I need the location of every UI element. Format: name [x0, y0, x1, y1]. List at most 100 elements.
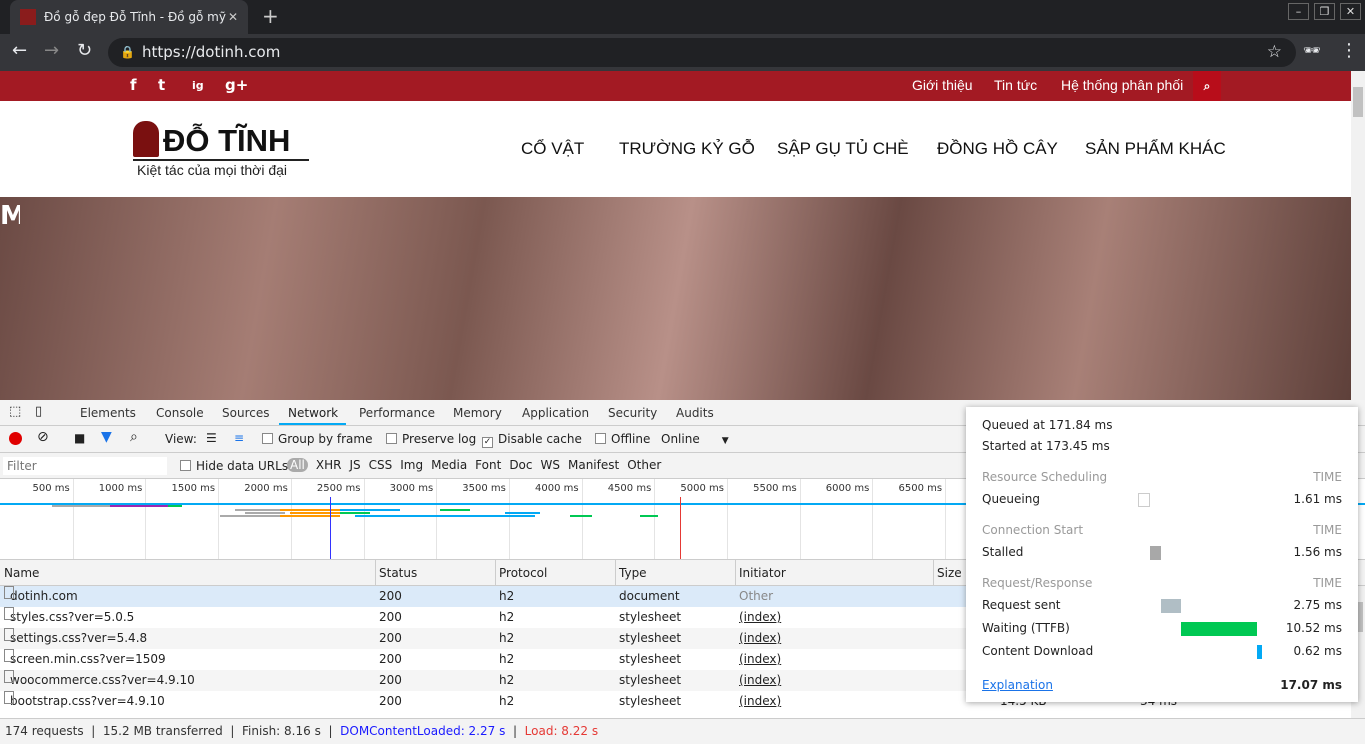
record-icon[interactable] [9, 432, 22, 445]
column-size[interactable]: Size [937, 566, 962, 580]
column-name[interactable]: Name [4, 566, 39, 580]
type-filter-all[interactable]: All [287, 458, 308, 472]
search-icon[interactable]: ⌕ [1193, 71, 1221, 101]
close-window-button[interactable]: ✕ [1340, 3, 1361, 20]
tab-sources[interactable]: Sources [222, 406, 269, 420]
nav-san-pham-khac[interactable]: SẢN PHẨM KHÁC [1085, 139, 1226, 159]
page-scrollbar[interactable] [1351, 71, 1365, 400]
explanation-link[interactable]: Explanation [982, 678, 1053, 692]
time-tick: 2500 ms [316, 483, 361, 494]
link-tin-tuc[interactable]: Tin tức [994, 77, 1037, 93]
nav-co-vat[interactable]: CỔ VẬT [521, 139, 584, 159]
column-separator[interactable] [495, 560, 496, 586]
timing-bar [1161, 599, 1181, 613]
cell-initiator[interactable]: (index) [739, 607, 781, 628]
screenshot-icon[interactable]: ■ [74, 431, 85, 445]
logo-tagline: Kiệt tác của mọi thời đại [137, 162, 288, 178]
tab-bar: Đồ gỗ đẹp Đỗ Tĩnh - Đồ gỗ mỹ n ✕ + – ❐ ✕ [0, 0, 1365, 34]
cell-status: 200 [379, 673, 402, 687]
menu-icon[interactable]: ⋮ [1340, 40, 1358, 61]
close-tab-icon[interactable]: ✕ [228, 10, 238, 24]
forward-icon[interactable]: → [44, 40, 59, 61]
link-gioi-thieu[interactable]: Giới thiệu [912, 77, 973, 93]
tab-network[interactable]: Network [288, 406, 338, 420]
minimize-button[interactable]: – [1288, 3, 1309, 20]
cell-initiator[interactable]: (index) [739, 628, 781, 649]
timing-bar [1257, 645, 1262, 659]
tab-memory[interactable]: Memory [453, 406, 502, 420]
hero-banner[interactable]: M [0, 197, 1351, 400]
timing-bar [1181, 622, 1257, 636]
cell-name-text: screen.min.css?ver=1509 [10, 652, 166, 666]
nav-sap-gu-tu-che[interactable]: SẬP GỤ TỦ CHÈ [777, 139, 909, 159]
type-filter-manifest[interactable]: Manifest [568, 458, 619, 472]
cell-name: woocommerce.css?ver=4.9.10 [4, 670, 195, 691]
incognito-icon[interactable]: 🕶 [1303, 43, 1321, 59]
throttle-select[interactable]: Online ▼ [661, 432, 729, 446]
facebook-icon[interactable]: f [130, 76, 137, 94]
site-logo[interactable]: ĐỖ TĨNH Kiệt tác của mọi thời đại [133, 119, 309, 181]
cell-name: bootstrap.css?ver=4.9.10 [4, 691, 165, 712]
type-filter-font[interactable]: Font [475, 458, 501, 472]
search-icon[interactable]: ⌕ [130, 429, 138, 445]
inspect-icon[interactable]: ⬚ [9, 404, 21, 419]
nav-truong-ky-go[interactable]: TRƯỜNG KỶ GỖ [619, 139, 755, 159]
back-icon[interactable]: ← [12, 40, 27, 61]
column-separator[interactable] [933, 560, 934, 586]
timing-popover: Queued at 171.84 ms Started at 173.45 ms… [966, 407, 1358, 702]
new-tab-button[interactable]: + [262, 4, 279, 28]
address-bar[interactable]: 🔒 https://dotinh.com ☆ [108, 38, 1296, 67]
column-protocol[interactable]: Protocol [499, 566, 547, 580]
type-filter-xhr[interactable]: XHR [316, 458, 342, 472]
file-icon [4, 628, 14, 641]
tab-audits[interactable]: Audits [676, 406, 714, 420]
cell-type: stylesheet [619, 610, 682, 624]
type-filter-img[interactable]: Img [400, 458, 423, 472]
link-he-thong[interactable]: Hệ thống phân phối [1061, 77, 1183, 93]
reload-icon[interactable]: ↻ [77, 40, 92, 61]
column-separator[interactable] [735, 560, 736, 586]
nav-dong-ho-cay[interactable]: ĐỒNG HỒ CÂY [937, 139, 1058, 159]
column-type[interactable]: Type [619, 566, 647, 580]
twitter-icon[interactable]: t [158, 76, 165, 94]
type-filter-ws[interactable]: WS [541, 458, 560, 472]
type-filter-css[interactable]: CSS [369, 458, 393, 472]
cell-initiator[interactable]: (index) [739, 649, 781, 670]
column-separator[interactable] [615, 560, 616, 586]
hide-data-urls-checkbox[interactable]: Hide data URLs [180, 459, 288, 473]
cell-name: settings.css?ver=5.4.8 [4, 628, 147, 649]
type-filter-other[interactable]: Other [627, 458, 661, 472]
waterfall-view-icon[interactable]: ≡ [234, 431, 244, 445]
google-plus-icon[interactable]: g+ [225, 76, 248, 94]
device-toolbar-icon[interactable]: ▯ [35, 404, 42, 419]
filter-input[interactable] [3, 457, 167, 475]
time-tick: 1500 ms [171, 483, 216, 494]
type-filter-media[interactable]: Media [431, 458, 467, 472]
cell-initiator[interactable]: (index) [739, 691, 781, 712]
column-status[interactable]: Status [379, 566, 417, 580]
tab-console[interactable]: Console [156, 406, 204, 420]
restore-button[interactable]: ❐ [1314, 3, 1335, 20]
clear-icon[interactable]: ⊘ [37, 429, 49, 445]
type-filter-doc[interactable]: Doc [509, 458, 532, 472]
browser-tab[interactable]: Đồ gỗ đẹp Đỗ Tĩnh - Đồ gỗ mỹ n ✕ [10, 0, 248, 34]
column-initiator[interactable]: Initiator [739, 566, 786, 580]
offline-checkbox[interactable]: Offline [595, 432, 650, 446]
tab-elements[interactable]: Elements [80, 406, 136, 420]
tab-security[interactable]: Security [608, 406, 657, 420]
file-icon [4, 649, 14, 662]
preserve-log-checkbox[interactable]: Preserve log [386, 432, 476, 446]
star-icon[interactable]: ☆ [1267, 38, 1282, 67]
time-tick: 4000 ms [535, 483, 579, 494]
cell-initiator[interactable]: (index) [739, 670, 781, 691]
tab-application[interactable]: Application [522, 406, 589, 420]
instagram-icon[interactable]: ig [192, 79, 204, 92]
filter-icon[interactable]: ▼ [101, 429, 112, 445]
column-separator[interactable] [375, 560, 376, 586]
type-filter-js[interactable]: JS [349, 458, 360, 472]
transferred: 15.2 MB transferred [102, 724, 223, 738]
disable-cache-checkbox[interactable]: ✓ Disable cache [482, 432, 582, 448]
list-view-icon[interactable]: ☰ [206, 431, 217, 445]
tab-performance[interactable]: Performance [359, 406, 435, 420]
group-by-frame-checkbox[interactable]: Group by frame [262, 432, 372, 446]
